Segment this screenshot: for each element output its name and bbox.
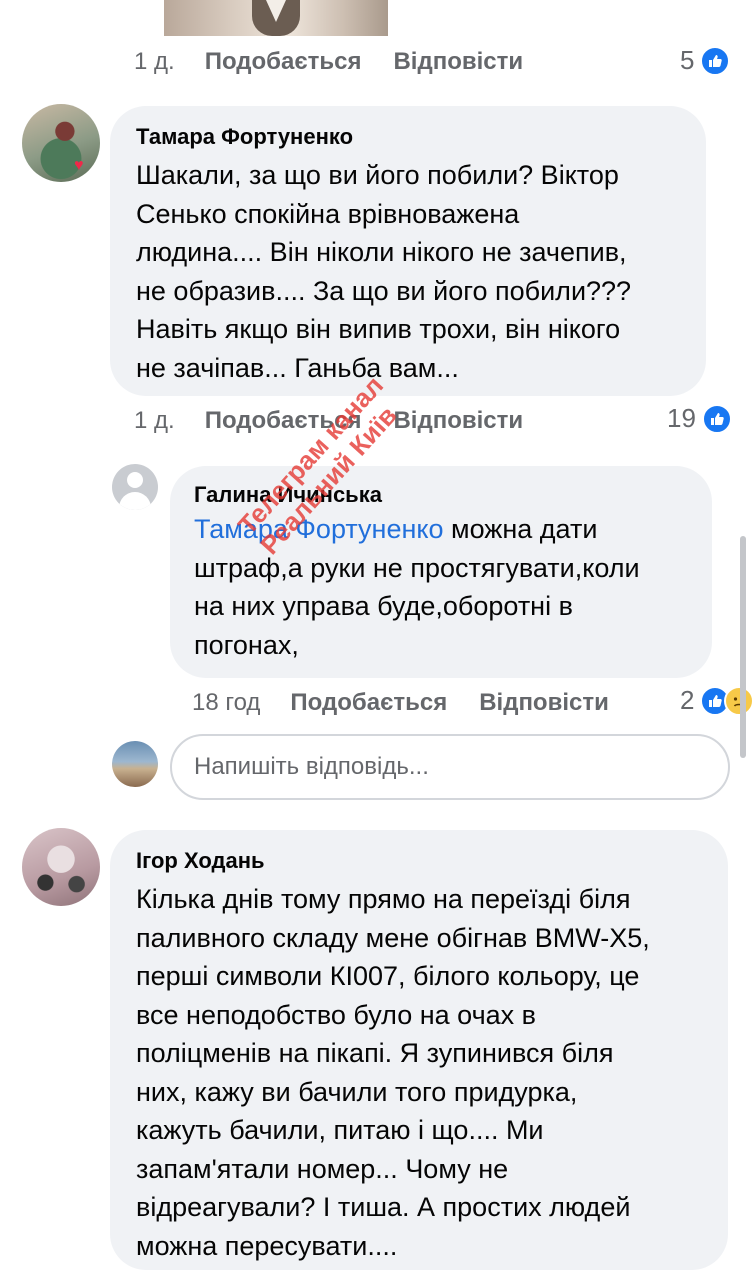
comment-text-line: них, кажу ви бачили того придурка,: [136, 1076, 578, 1107]
comment-text-line: не образив.... За що ви його побили???: [136, 275, 632, 306]
comment-text-line: людина.... Він ніколи нікого не зачепив,: [136, 237, 627, 267]
reply-bubble: Галина Ичинська Тамара Фортуненко можна …: [170, 466, 712, 678]
like-button[interactable]: Подобається: [290, 689, 447, 717]
comment-text-line: Навіть якщо він випив трохи, він нікого: [136, 314, 621, 344]
reaction-count: 2: [680, 685, 695, 715]
comment-text-line: не зачіпав... Ганьба вам...: [136, 352, 459, 383]
comment-text-line: Тамара Фортуненко можна дати: [194, 510, 688, 549]
reaction-count: 5: [680, 45, 695, 75]
comment-text-line: на них управа буде,оборотні в: [194, 591, 573, 621]
avatar[interactable]: ♥: [22, 104, 100, 182]
like-button[interactable]: Подобається: [205, 48, 362, 76]
comment-text-line: паливного складу мене обігнав BMW-X5,: [136, 922, 650, 953]
comment-text: Кілька днів тому прямо на переїзді біля …: [136, 880, 702, 1265]
reaction-summary[interactable]: 19: [667, 403, 732, 434]
reply-button[interactable]: Відповісти: [479, 689, 609, 717]
reply-button[interactable]: Відповісти: [393, 48, 523, 76]
comment-text-line: все неподобство було на очах в: [136, 999, 537, 1030]
comment-author[interactable]: Галина Ичинська: [194, 482, 688, 508]
comment-text: Тамара Фортуненко можна дати штраф,а рук…: [194, 510, 688, 664]
comment-bubble: Тамара Фортуненко Шакали, за що ви його …: [110, 106, 706, 396]
comment-text: Шакали, за що ви його побили? Віктор Сен…: [136, 156, 680, 387]
mention-link[interactable]: Тамара Фортуненко: [194, 514, 444, 544]
reply-input[interactable]: [194, 753, 728, 781]
comment-author[interactable]: Тамара Фортуненко: [136, 124, 680, 150]
comment-text-line: штраф,а руки не простягувати,коли: [194, 552, 640, 583]
comment-time[interactable]: 1 д.: [134, 48, 175, 76]
avatar-body: [119, 492, 151, 510]
comment-text-line: перші символи КІ007, білого кольору, це: [136, 961, 640, 991]
comment-bubble: Ігор Ходань Кілька днів тому прямо на пе…: [110, 830, 728, 1270]
comment-author[interactable]: Ігор Ходань: [136, 848, 702, 874]
comment-actions: 1 д. Подобається Відповісти: [134, 48, 555, 76]
comment-time[interactable]: 18 год: [192, 689, 260, 717]
comment-text-line: відреагували? І тиша. А простих людей: [136, 1192, 631, 1222]
comment-text-fragment: можна дати: [443, 514, 598, 544]
comment-text-line: запам'ятали номер... Чому не: [136, 1153, 509, 1184]
comment-actions: 1 д. Подобається Відповісти: [134, 407, 555, 435]
comment-text-line: поліцменів на пікапі. Я зупинився біля: [136, 1038, 614, 1068]
comment-attached-image[interactable]: [164, 0, 388, 36]
comment-text-line: Шакали, за що ви його побили? Віктор: [136, 160, 619, 190]
sad-icon: [724, 685, 752, 716]
avatar-head: [127, 472, 143, 488]
comment-actions: 18 год Подобається Відповісти: [192, 689, 641, 717]
comment-text-line: Кілька днів тому прямо на переїзді біля: [136, 884, 631, 914]
comment-time[interactable]: 1 д.: [134, 407, 175, 435]
like-icon: [700, 45, 731, 76]
reaction-summary[interactable]: 5: [680, 45, 731, 76]
heart-icon: ♥: [74, 157, 84, 174]
comment-text-line: погонах,: [194, 629, 299, 660]
default-avatar-icon[interactable]: [112, 464, 158, 510]
comment-text-line: Сенько спокійна врівноважена: [136, 198, 520, 229]
comment-text-line: можна пересувати....: [136, 1230, 398, 1261]
reply-button[interactable]: Відповісти: [393, 407, 523, 435]
current-user-avatar[interactable]: [112, 741, 158, 787]
reply-input-box[interactable]: [170, 734, 730, 800]
like-icon: [701, 403, 732, 434]
comment-text-line: кажуть бачили, питаю і що.... Ми: [136, 1115, 544, 1145]
avatar[interactable]: [22, 828, 100, 906]
scrollbar[interactable]: [740, 536, 746, 758]
reaction-count: 19: [667, 403, 696, 433]
like-button[interactable]: Подобається: [205, 407, 362, 435]
